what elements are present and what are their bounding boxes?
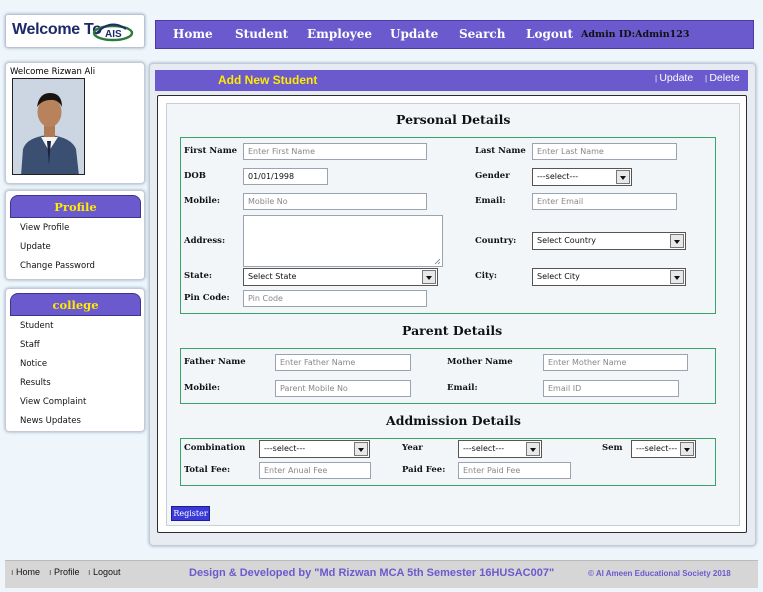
parent-details-heading: Parent Details	[402, 323, 503, 338]
menu-results[interactable]: Results	[20, 378, 51, 388]
chevron-down-icon	[670, 270, 684, 284]
paid-fee-label: Paid Fee:	[402, 465, 446, 475]
resize-handle-icon[interactable]	[434, 258, 441, 265]
total-fee-input[interactable]: Enter Anual Fee	[259, 462, 371, 479]
profile-menu: Profile View Profile Update Change Passw…	[5, 190, 145, 280]
gender-select-value: ---select---	[537, 172, 579, 181]
mobile-label: Mobile:	[184, 196, 221, 206]
user-photo	[12, 78, 85, 175]
mother-name-input[interactable]: Enter Mother Name	[543, 354, 688, 371]
email-input[interactable]: Enter Email	[532, 193, 677, 210]
country-label: Country:	[475, 236, 517, 246]
admin-id: Admin ID:Admin123	[581, 29, 690, 40]
footer: Home Profile Logout Design & Developed b…	[5, 560, 758, 588]
welcome-panel: Welcome Rizwan Ali	[5, 62, 145, 184]
pin-code-label: Pin Code:	[184, 293, 230, 303]
menu-student[interactable]: Student	[20, 321, 53, 331]
paid-fee-input[interactable]: Enter Paid Fee	[458, 462, 571, 479]
city-select-value: Select City	[537, 272, 580, 281]
parent-mobile-label: Mobile:	[184, 383, 221, 393]
combination-select-value: ---select---	[264, 444, 306, 453]
update-link[interactable]: Update	[655, 72, 693, 84]
year-select-value: ---select---	[463, 444, 505, 453]
menu-news-updates[interactable]: News Updates	[20, 416, 81, 426]
user-avatar-icon	[13, 79, 84, 174]
chevron-down-icon	[422, 270, 436, 284]
footer-home-link[interactable]: Home	[11, 567, 40, 577]
year-select[interactable]: ---select---	[458, 440, 542, 458]
email-label: Email:	[475, 196, 506, 206]
footer-credit: Design & Developed by "Md Rizwan MCA 5th…	[189, 567, 555, 579]
parent-email-label: Email:	[447, 383, 478, 393]
address-textarea[interactable]	[243, 215, 443, 267]
logo-text: Welcome To	[12, 21, 102, 38]
sem-label: Sem	[602, 443, 623, 453]
father-name-label: Father Name	[184, 357, 246, 367]
footer-copyright: © Al Ameen Educational Society 2018	[588, 569, 731, 578]
nav-student[interactable]: Student	[235, 27, 288, 41]
nav-home[interactable]: Home	[173, 27, 213, 41]
chevron-down-icon	[670, 234, 684, 248]
register-button[interactable]: Register	[171, 506, 210, 521]
ais-logo-icon: AIS	[92, 23, 134, 42]
city-select[interactable]: Select City	[532, 268, 686, 286]
menu-update-profile[interactable]: Update	[20, 242, 51, 252]
city-label: City:	[475, 271, 497, 281]
svg-text:AIS: AIS	[105, 29, 122, 40]
chevron-down-icon	[526, 442, 540, 456]
nav-update[interactable]: Update	[390, 27, 438, 41]
menu-view-complaint[interactable]: View Complaint	[20, 397, 86, 407]
menu-staff[interactable]: Staff	[20, 340, 40, 350]
parent-email-input[interactable]: Email ID	[543, 380, 679, 397]
nav-employee[interactable]: Employee	[307, 27, 372, 41]
total-fee-label: Total Fee:	[184, 465, 231, 475]
nav-logout[interactable]: Logout	[526, 27, 573, 41]
menu-change-password[interactable]: Change Password	[20, 261, 95, 271]
nav-search[interactable]: Search	[459, 27, 505, 41]
sem-select[interactable]: ---select---	[631, 440, 696, 458]
top-nav: Home Student Employee Update Search Logo…	[155, 20, 754, 49]
last-name-label: Last Name	[475, 146, 526, 156]
title-bar: Add New Student Update Delete	[155, 70, 748, 91]
menu-view-profile[interactable]: View Profile	[20, 223, 69, 233]
combination-label: Combination	[184, 443, 246, 453]
first-name-input[interactable]: Enter First Name	[243, 143, 427, 160]
chevron-down-icon	[616, 170, 630, 184]
last-name-input[interactable]: Enter Last Name	[532, 143, 677, 160]
personal-details-heading: Personal Details	[396, 112, 511, 127]
menu-notice[interactable]: Notice	[20, 359, 47, 369]
sem-select-value: ---select---	[636, 444, 678, 453]
delete-link[interactable]: Delete	[705, 72, 739, 84]
mother-name-label: Mother Name	[447, 357, 513, 367]
state-label: State:	[184, 271, 213, 281]
college-heading: college	[10, 293, 141, 316]
footer-profile-link[interactable]: Profile	[49, 567, 80, 577]
gender-select[interactable]: ---select---	[532, 168, 632, 186]
chevron-down-icon	[680, 442, 694, 456]
welcome-text: Welcome Rizwan Ali	[10, 67, 96, 77]
logo: Welcome To AIS	[5, 14, 145, 48]
address-label: Address:	[184, 236, 226, 246]
dob-input[interactable]: 01/01/1998	[243, 168, 328, 185]
country-select[interactable]: Select Country	[532, 232, 686, 250]
footer-logout-link[interactable]: Logout	[88, 567, 121, 577]
father-name-input[interactable]: Enter Father Name	[275, 354, 411, 371]
college-menu: college Student Staff Notice Results Vie…	[5, 288, 145, 432]
state-select[interactable]: Select State	[243, 268, 438, 286]
chevron-down-icon	[354, 442, 368, 456]
admission-details-heading: Addmission Details	[386, 413, 521, 428]
dob-label: DOB	[184, 171, 206, 181]
first-name-label: First Name	[184, 146, 238, 156]
page-title: Add New Student	[218, 73, 318, 87]
year-label: Year	[402, 443, 423, 453]
pin-code-input[interactable]: Pin Code	[243, 290, 427, 307]
parent-mobile-input[interactable]: Parent Mobile No	[275, 380, 411, 397]
mobile-input[interactable]: Mobile No	[243, 193, 427, 210]
profile-heading: Profile	[10, 195, 141, 218]
state-select-value: Select State	[248, 272, 297, 281]
combination-select[interactable]: ---select---	[259, 440, 370, 458]
country-select-value: Select Country	[537, 236, 597, 245]
gender-label: Gender	[475, 171, 510, 181]
